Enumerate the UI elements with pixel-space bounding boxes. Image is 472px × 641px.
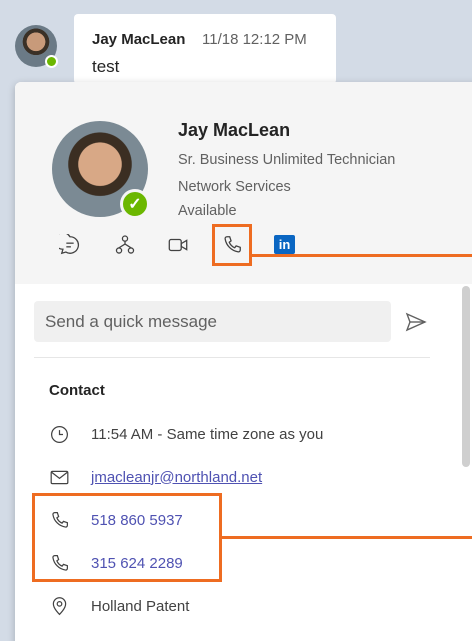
chat-message-text: test [92, 57, 120, 76]
linkedin-icon[interactable]: in [274, 235, 295, 254]
video-call-icon[interactable] [165, 232, 191, 258]
profile-name: Jay MacLean [178, 120, 291, 140]
call-callout-line [252, 254, 472, 257]
chat-timestamp: 11/18 12:12 PM [202, 31, 307, 48]
local-time-row: 11:54 AM - Same time zone as you [47, 419, 323, 449]
profile-status: Available [178, 203, 237, 219]
profile-department: Network Services [178, 179, 291, 195]
chat-author-name[interactable]: Jay MacLean [92, 31, 185, 48]
email-link[interactable]: jmacleanjr@northland.net [91, 469, 262, 486]
org-chart-icon[interactable] [112, 232, 138, 258]
chat-icon[interactable] [57, 232, 83, 258]
mail-icon [47, 465, 71, 489]
phone-numbers-highlight [32, 493, 222, 582]
profile-card: ✓ Jay MacLean Sr. Business Unlimited Tec… [15, 82, 472, 641]
presence-available-icon [45, 55, 58, 68]
quick-message-box [34, 301, 391, 342]
presence-available-icon: ✓ [120, 189, 150, 219]
divider [34, 357, 430, 358]
profile-avatar: ✓ [52, 121, 150, 219]
chat-message[interactable]: Jay MacLean 11/18 12:12 PM test [74, 14, 336, 84]
contact-section-heading: Contact [49, 382, 105, 399]
call-button-highlight [212, 224, 252, 266]
scrollbar-thumb[interactable] [462, 286, 470, 467]
send-icon[interactable] [404, 310, 430, 334]
location-text: Holland Patent [91, 597, 190, 615]
location-pin-icon [47, 594, 71, 618]
local-time-text: 11:54 AM - Same time zone as you [91, 425, 324, 443]
phones-callout-line [222, 536, 472, 539]
chat-author-avatar[interactable] [15, 25, 58, 68]
profile-job-title: Sr. Business Unlimited Technician [178, 152, 396, 168]
clock-icon [47, 422, 71, 446]
email-row[interactable]: jmacleanjr@northland.net [47, 462, 262, 492]
location-row: Holland Patent [47, 591, 189, 621]
quick-message-input[interactable] [45, 301, 375, 342]
